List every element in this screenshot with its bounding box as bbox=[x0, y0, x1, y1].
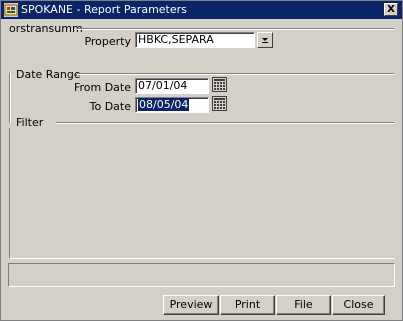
file-button[interactable]: File bbox=[276, 295, 331, 315]
window-title: SPOKANE - Report Parameters bbox=[21, 3, 187, 16]
to-date-calendar-button[interactable] bbox=[212, 96, 227, 111]
title-bar: SPOKANE - Report Parameters X bbox=[1, 1, 402, 19]
filter-area bbox=[9, 128, 395, 259]
close-button[interactable]: Close bbox=[332, 295, 385, 315]
date-range-label: Date Range bbox=[16, 68, 84, 81]
from-date-label: From Date bbox=[73, 81, 131, 94]
from-date-input[interactable]: 07/01/04 bbox=[135, 78, 209, 94]
calendar-icon bbox=[212, 96, 227, 111]
status-panel bbox=[8, 263, 395, 287]
property-label: Property bbox=[84, 35, 131, 48]
filter-divider bbox=[56, 122, 394, 124]
opera-app-icon bbox=[4, 3, 18, 17]
to-date-input[interactable]: 08/05/04 bbox=[135, 97, 209, 113]
property-dropdown-button[interactable] bbox=[257, 32, 273, 48]
property-input[interactable]: HBKC,SEPARA bbox=[135, 32, 255, 48]
from-date-calendar-button[interactable] bbox=[212, 77, 227, 92]
property-value: HBKC,SEPARA bbox=[138, 33, 214, 46]
to-date-label: To Date bbox=[89, 100, 131, 113]
to-date-value-selected: 08/05/04 bbox=[138, 98, 190, 111]
report-name-divider bbox=[77, 28, 394, 30]
close-icon: X bbox=[387, 4, 395, 15]
window-close-button[interactable]: X bbox=[384, 3, 398, 16]
report-name-label: orstransumm bbox=[9, 22, 86, 35]
dropdown-arrow-icon bbox=[262, 38, 268, 43]
date-range-left-edge bbox=[9, 73, 11, 123]
preview-button[interactable]: Preview bbox=[163, 295, 219, 315]
date-range-divider bbox=[77, 73, 394, 75]
from-date-value: 07/01/04 bbox=[138, 79, 188, 92]
report-parameters-window: SPOKANE - Report Parameters X orstransum… bbox=[0, 0, 403, 321]
print-button[interactable]: Print bbox=[220, 295, 275, 315]
calendar-icon bbox=[212, 77, 227, 92]
